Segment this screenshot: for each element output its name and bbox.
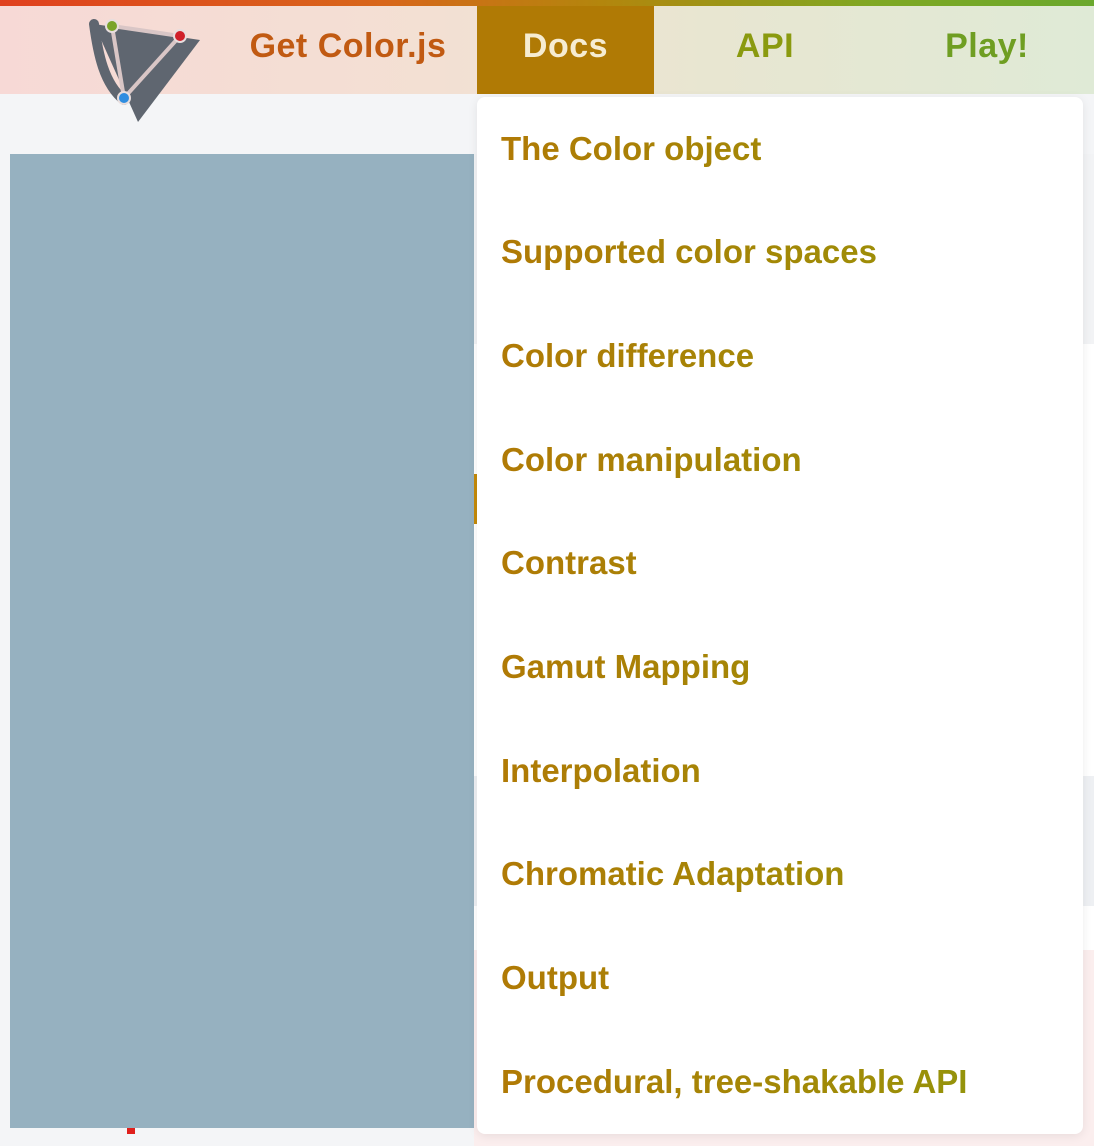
menu-item-color-object[interactable]: The Color object [501, 119, 761, 179]
nav-get-colorjs-link[interactable]: Get Color.js [228, 6, 468, 94]
docs-dropdown-menu: The Color object Supported color spaces … [477, 97, 1083, 1134]
color-js-logo-icon[interactable] [88, 14, 208, 126]
menu-item-color-manipulation[interactable]: Color manipulation [501, 430, 802, 490]
image-placeholder [10, 154, 474, 1128]
menu-item-color-difference[interactable]: Color difference [501, 326, 754, 386]
menu-item-contrast[interactable]: Contrast [501, 533, 637, 593]
nav-play-tab[interactable]: Play! [880, 6, 1094, 94]
nav-api-tab[interactable]: API [680, 6, 850, 94]
menu-item-interpolation[interactable]: Interpolation [501, 741, 701, 801]
menu-item-color-spaces[interactable]: Supported color spaces [501, 222, 877, 282]
menu-item-procedural-api[interactable]: Procedural, tree-shakable API [501, 1052, 967, 1112]
menu-item-output[interactable]: Output [501, 948, 609, 1008]
menu-item-chromatic-adaptation[interactable]: Chromatic Adaptation [501, 844, 844, 904]
nav-docs-tab[interactable]: Docs [477, 6, 654, 94]
menu-item-gamut-mapping[interactable]: Gamut Mapping [501, 637, 750, 697]
